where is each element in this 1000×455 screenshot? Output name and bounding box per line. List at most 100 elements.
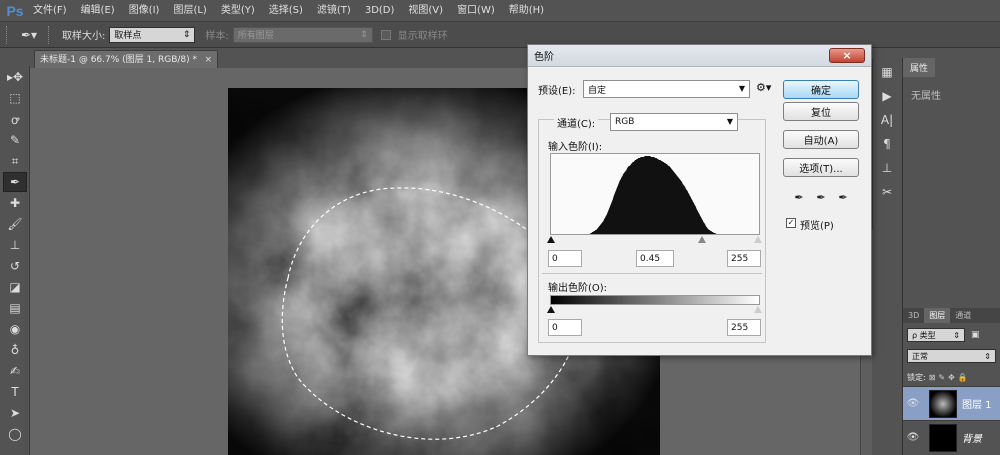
- options-button[interactable]: 选项(T)...: [783, 158, 859, 177]
- menu-item[interactable]: 文件(F): [26, 0, 74, 22]
- type-tool-icon[interactable]: T: [3, 382, 27, 402]
- layer-name: 背景: [962, 434, 982, 445]
- brush-tool-icon[interactable]: 🖌: [3, 214, 27, 234]
- chevron-updown-icon: ⇕: [182, 29, 191, 40]
- options-grip[interactable]: [6, 25, 10, 44]
- marquee-tool-icon[interactable]: ⬚: [3, 88, 27, 108]
- layer-row[interactable]: 👁 背景: [903, 420, 1000, 454]
- eyedropper-tool-preset-icon[interactable]: ✒▾: [16, 26, 42, 44]
- output-black-slider[interactable]: [547, 306, 555, 313]
- close-tab-icon[interactable]: ×: [204, 51, 212, 68]
- properties-tab[interactable]: 属性: [903, 58, 936, 77]
- show-ring-label: 显示取样环: [397, 31, 448, 42]
- layers-panel: 3D 图层 通道 ρ 类型 ⇕ ▣ 正常 ⇕ 锁定: ⊠✎✥🔒 👁 图层 1 👁 背景: [902, 308, 1000, 455]
- histogram-shape: [551, 156, 759, 234]
- options-separator: [48, 25, 52, 44]
- collapsed-panel-icons: ▦ ▶ A| ¶ ⊥ ✂: [872, 58, 900, 230]
- input-levels-label: 输入色阶(I):: [548, 142, 603, 153]
- gray-eyedropper-icon[interactable]: ✒: [814, 190, 828, 204]
- lasso-tool-icon[interactable]: ꝍ: [3, 109, 27, 129]
- history-brush-tool-icon[interactable]: ↺: [3, 256, 27, 276]
- dialog-title: 色阶: [534, 52, 554, 63]
- chevron-updown-icon: ⇕: [360, 29, 368, 40]
- auto-button[interactable]: 自动(A): [783, 130, 859, 149]
- levels-dialog: 色阶 × 预设(E): 自定 ▼ ⚙▾ 通道(C): RGB ▼ 输入色阶(I): …: [527, 44, 872, 356]
- channel-select[interactable]: RGB ▼: [610, 113, 738, 131]
- visibility-eye-icon[interactable]: 👁: [903, 432, 923, 443]
- blur-tool-icon[interactable]: ◉: [3, 319, 27, 339]
- healing-brush-tool-icon[interactable]: ✚: [3, 193, 27, 213]
- paragraph-panel-icon[interactable]: ¶: [876, 134, 898, 154]
- show-ring-checkbox[interactable]: [380, 29, 391, 40]
- output-white-slider[interactable]: [754, 306, 762, 313]
- reset-button[interactable]: 复位: [783, 102, 859, 121]
- output-gradient-bar: [550, 295, 760, 305]
- input-black-slider[interactable]: [547, 236, 555, 243]
- visibility-eye-icon[interactable]: 👁: [903, 398, 923, 409]
- gradient-tool-icon[interactable]: ▤: [3, 298, 27, 318]
- dodge-tool-icon[interactable]: ♁: [3, 340, 27, 360]
- menu-item[interactable]: 图层(L): [166, 0, 213, 22]
- dialog-divider: [542, 273, 762, 274]
- dialog-close-button[interactable]: ×: [829, 48, 865, 63]
- sample-size-label: 取样大小:: [62, 31, 106, 42]
- actions-panel-icon[interactable]: ▶: [876, 86, 898, 106]
- menu-item[interactable]: 视图(V): [401, 0, 450, 22]
- menu-item[interactable]: 滤镜(T): [310, 0, 358, 22]
- layers-tab[interactable]: 图层: [924, 308, 951, 323]
- clone-source-panel-icon[interactable]: ⊥: [876, 158, 898, 178]
- layer-name: 图层 1: [962, 400, 992, 411]
- black-eyedropper-icon[interactable]: ✒: [792, 190, 806, 204]
- ellipse-tool-icon[interactable]: ◯: [3, 424, 27, 444]
- stamp-tool-icon[interactable]: ⊥: [3, 235, 27, 255]
- input-black-field[interactable]: 0: [548, 250, 582, 267]
- output-black-field[interactable]: 0: [548, 319, 582, 336]
- quick-select-tool-icon[interactable]: ✎: [3, 130, 27, 150]
- channel-value: RGB: [615, 117, 635, 127]
- character-panel-icon[interactable]: A|: [876, 110, 898, 130]
- preview-checkbox[interactable]: ✓: [786, 218, 796, 228]
- filter-image-icon[interactable]: ▣: [971, 330, 980, 340]
- menu-item[interactable]: 窗口(W): [450, 0, 502, 22]
- layer-filter-select[interactable]: ρ 类型 ⇕: [907, 328, 965, 342]
- preview-label: 预览(P): [800, 221, 834, 232]
- sample-size-select[interactable]: 取样点 ⇕: [109, 26, 196, 43]
- menu-item[interactable]: 3D(D): [358, 0, 402, 22]
- history-panel-icon[interactable]: ▦: [876, 62, 898, 82]
- menu-item[interactable]: 编辑(E): [74, 0, 122, 22]
- input-white-field[interactable]: 255: [727, 250, 761, 267]
- crop-tool-icon[interactable]: ⌗: [3, 151, 27, 171]
- input-white-slider[interactable]: [754, 236, 762, 243]
- preset-select[interactable]: 自定 ▼: [583, 80, 750, 98]
- input-gamma-field[interactable]: 0.45: [636, 250, 674, 267]
- pen-tool-icon[interactable]: ✍: [3, 361, 27, 381]
- menu-items: 文件(F) 编辑(E) 图像(I) 图层(L) 类型(Y) 选择(S) 滤镜(T) 3D(D)…: [26, 0, 551, 22]
- menu-item[interactable]: 图像(I): [122, 0, 167, 22]
- ok-button[interactable]: 确定: [783, 80, 859, 99]
- menu-item[interactable]: 帮助(H): [502, 0, 551, 22]
- blend-mode-select[interactable]: 正常 ⇕: [907, 349, 996, 363]
- menu-item[interactable]: 类型(Y): [214, 0, 262, 22]
- path-select-tool-icon[interactable]: ➤: [3, 403, 27, 423]
- lock-icons[interactable]: ⊠✎✥🔒: [929, 373, 971, 382]
- preset-options-gear-icon[interactable]: ⚙▾: [756, 81, 771, 94]
- properties-panel: 属性 无属性: [902, 58, 1000, 308]
- white-eyedropper-icon[interactable]: ✒: [836, 190, 850, 204]
- lock-label: 锁定:: [907, 372, 926, 382]
- output-white-field[interactable]: 255: [727, 319, 761, 336]
- eyedropper-tool-icon[interactable]: ✒: [3, 172, 27, 192]
- histogram-plot: [551, 156, 759, 234]
- move-tool-icon[interactable]: ▸✥: [3, 67, 27, 87]
- menu-bar: Ps 文件(F) 编辑(E) 图像(I) 图层(L) 类型(Y) 选择(S) 滤镜(T) 3D…: [0, 0, 1000, 22]
- menu-item[interactable]: 选择(S): [262, 0, 310, 22]
- layers-tab[interactable]: 通道: [950, 308, 976, 323]
- blend-mode-row: 正常 ⇕: [903, 347, 1000, 365]
- input-gamma-slider[interactable]: [698, 236, 706, 243]
- dialog-title-bar[interactable]: 色阶: [528, 45, 871, 67]
- tool-presets-panel-icon[interactable]: ✂: [876, 182, 898, 202]
- layer-row[interactable]: 👁 图层 1: [903, 386, 1000, 420]
- sample-size-value: 取样点: [114, 31, 142, 41]
- document-tab[interactable]: 未标题-1 @ 66.7% (图层 1, RGB/8) * ×: [34, 50, 218, 68]
- eraser-tool-icon[interactable]: ◪: [3, 277, 27, 297]
- layers-tab[interactable]: 3D: [903, 308, 924, 323]
